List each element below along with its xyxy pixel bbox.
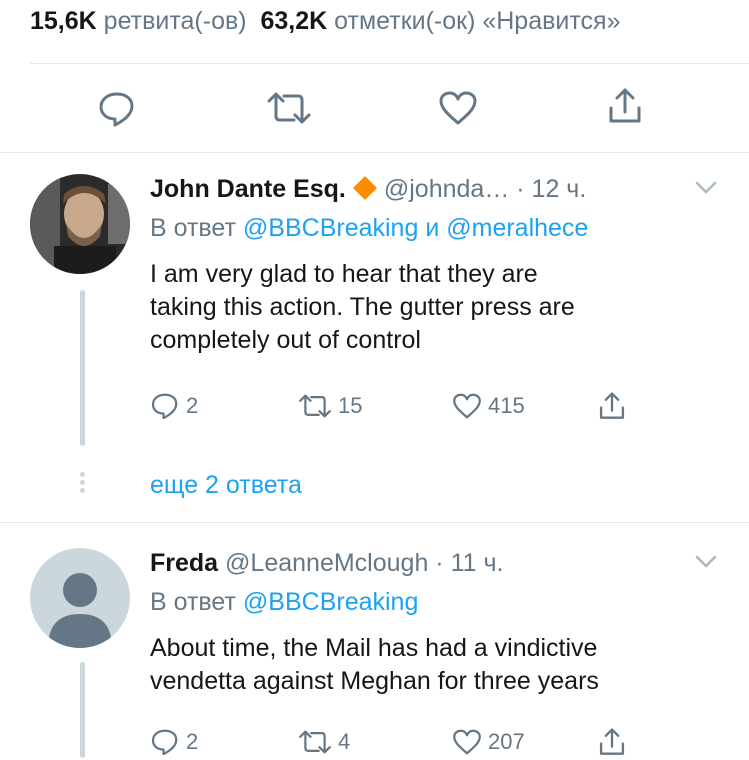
reply-icon — [151, 729, 178, 756]
user-photo — [30, 174, 130, 274]
like-button[interactable]: 415 — [452, 388, 525, 424]
retweets-count[interactable]: 15,6K — [30, 7, 97, 35]
chevron-down-icon[interactable] — [694, 180, 718, 196]
avatar[interactable] — [30, 548, 130, 648]
retweets-label[interactable]: ретвита(-ов) — [104, 7, 247, 35]
reply-count: 2 — [186, 729, 199, 754]
reply-prefix: В ответ — [150, 214, 236, 242]
tweet-text-line: About time, the Mail has had a vindictiv… — [150, 634, 598, 662]
display-name[interactable]: Freda — [150, 549, 218, 577]
retweet-button[interactable]: 4 — [298, 724, 350, 760]
user-handle[interactable]: @johnda… — [384, 175, 509, 203]
share-icon[interactable] — [607, 86, 643, 126]
like-count: 207 — [488, 729, 525, 754]
thread-dot — [80, 472, 85, 477]
tweet-text-line: I am very glad to hear that they are — [150, 260, 538, 288]
reply-button[interactable]: 2 — [150, 724, 198, 760]
tweet-text-line: taking this action. The gutter press are — [150, 293, 575, 321]
divider — [0, 152, 749, 153]
reply-context: В ответ @BBCBreaking и @meralhece — [150, 212, 588, 244]
reply-icon — [151, 393, 178, 420]
retweet-icon — [299, 394, 331, 418]
thread-dot — [80, 488, 85, 493]
main-action-bar — [0, 80, 749, 136]
user-handle[interactable]: @LeanneMclough — [225, 549, 428, 577]
timestamp[interactable]: · 11 ч. — [435, 549, 503, 577]
retweet-icon[interactable] — [266, 90, 312, 126]
reply-button[interactable]: 2 — [150, 388, 198, 424]
share-button[interactable] — [598, 388, 626, 424]
reply-context: В ответ @BBCBreaking — [150, 586, 418, 618]
verified-badge-icon — [352, 176, 377, 200]
like-icon — [453, 393, 481, 419]
tweet-action-bar: 2 15 415 — [150, 388, 650, 424]
reply-icon[interactable] — [97, 90, 137, 128]
retweet-count: 15 — [338, 393, 363, 418]
share-icon — [599, 728, 625, 755]
default-profile-icon — [48, 573, 112, 648]
tweet-header: Freda @LeanneMclough · 11 ч. — [150, 546, 503, 580]
thread-line — [80, 662, 85, 758]
like-icon[interactable] — [438, 90, 478, 126]
retweet-icon — [299, 730, 331, 754]
display-name[interactable]: John Dante Esq. — [150, 175, 346, 203]
likes-label[interactable]: отметки(-ок) «Нравится» — [334, 7, 620, 35]
tweet-text: About time, the Mail has had a vindictiv… — [150, 632, 720, 698]
tweet-action-bar: 2 4 207 — [150, 724, 650, 760]
engagement-stats: 15,6K ретвита(-ов) 63,2K отметки(-ок) «Н… — [30, 4, 749, 38]
retweet-count: 4 — [338, 729, 351, 754]
thread-line — [80, 290, 85, 446]
divider — [0, 522, 749, 523]
thread-dot — [80, 480, 85, 485]
tweet-text: I am very glad to hear that they are tak… — [150, 258, 720, 357]
tweet-header: John Dante Esq. @johnda… · 12 ч. — [150, 172, 586, 206]
show-more-replies-link[interactable]: еще 2 ответа — [150, 468, 302, 502]
likes-count[interactable]: 63,2K — [261, 7, 328, 35]
share-button[interactable] — [598, 724, 626, 760]
mention-link[interactable]: @BBCBreaking — [243, 588, 418, 616]
tweet-text-line: vendetta against Meghan for three years — [150, 667, 599, 695]
avatar[interactable] — [30, 174, 130, 274]
retweet-button[interactable]: 15 — [298, 388, 362, 424]
reply-count: 2 — [186, 393, 199, 418]
like-icon — [453, 729, 481, 755]
like-count: 415 — [488, 393, 525, 418]
tweet-text-line: completely out of control — [150, 326, 421, 354]
mention-link[interactable]: @BBCBreaking — [243, 214, 418, 242]
share-icon — [599, 392, 625, 419]
divider — [30, 63, 749, 64]
like-button[interactable]: 207 — [452, 724, 525, 760]
timestamp[interactable]: · 12 ч. — [516, 175, 586, 203]
mention-link[interactable]: @meralhece — [446, 214, 588, 242]
chevron-down-icon[interactable] — [694, 554, 718, 570]
conjunction: и — [425, 214, 440, 242]
reply-prefix: В ответ — [150, 588, 236, 616]
